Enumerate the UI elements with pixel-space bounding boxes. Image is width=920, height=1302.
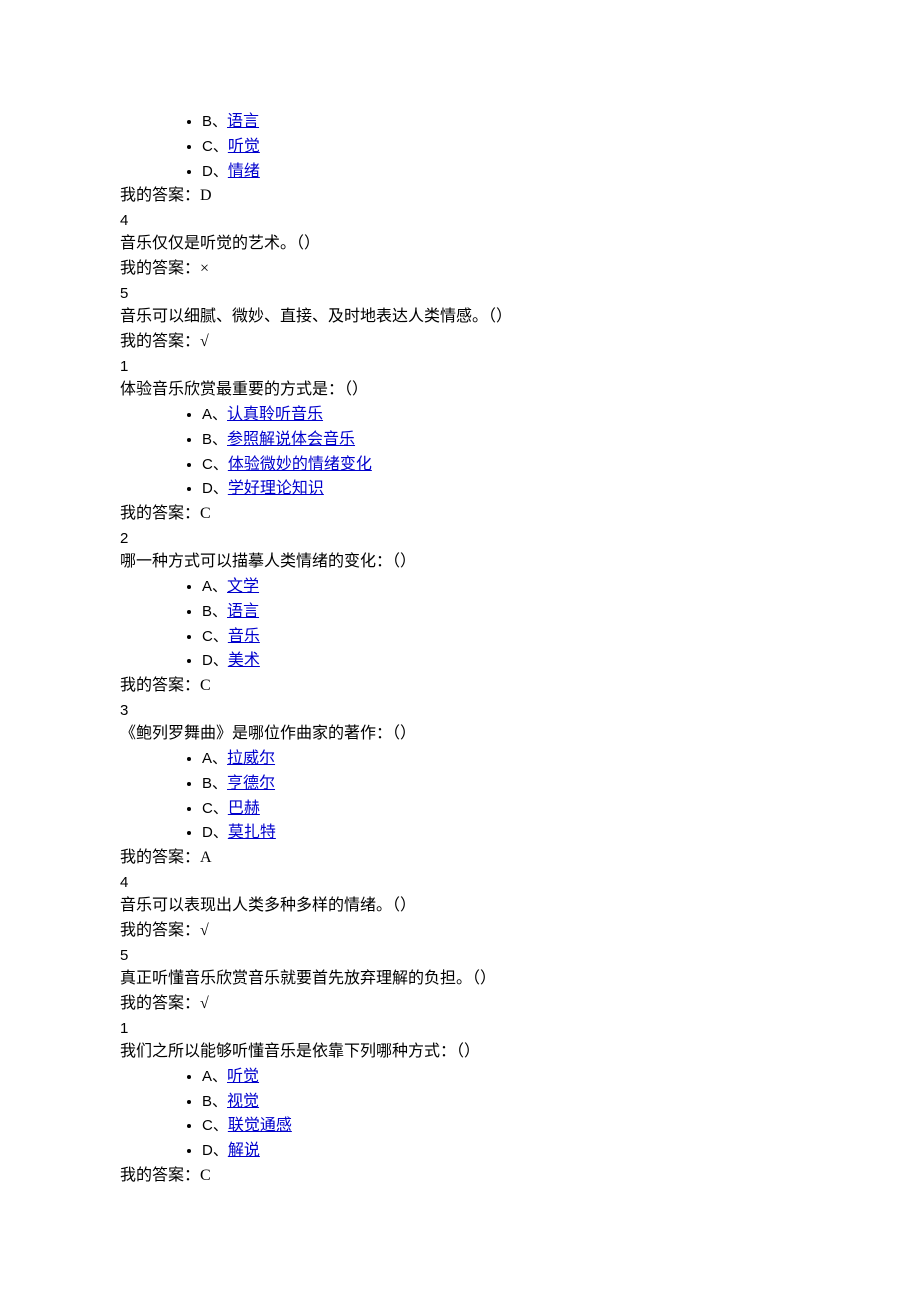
option-link[interactable]: 听觉	[227, 1068, 259, 1085]
option-label: D、	[202, 163, 228, 180]
option-label: C、	[202, 138, 228, 155]
answer-text: 我的答案：C	[120, 1164, 800, 1189]
answer-text: 我的答案：√	[120, 919, 800, 944]
option-item: B、亨德尔	[202, 772, 800, 797]
option-link[interactable]: 解说	[228, 1142, 260, 1159]
option-item: C、联觉通感	[202, 1114, 800, 1139]
question-number: 4	[120, 871, 800, 894]
option-label: D、	[202, 1142, 228, 1159]
option-item: A、文学	[202, 575, 800, 600]
question-number: 5	[120, 944, 800, 967]
answer-text: 我的答案：C	[120, 502, 800, 527]
option-link[interactable]: 美术	[228, 652, 260, 669]
option-item: B、语言	[202, 600, 800, 625]
option-link[interactable]: 巴赫	[228, 800, 260, 817]
option-link[interactable]: 语言	[227, 113, 259, 130]
option-label: A、	[202, 750, 227, 767]
answer-text: 我的答案：D	[120, 184, 800, 209]
option-item: C、体验微妙的情绪变化	[202, 453, 800, 478]
option-link[interactable]: 情绪	[228, 163, 260, 180]
option-label: D、	[202, 824, 228, 841]
option-label: B、	[202, 775, 227, 792]
option-item: D、学好理论知识	[202, 477, 800, 502]
option-link[interactable]: 联觉通感	[228, 1117, 292, 1134]
option-item: C、音乐	[202, 625, 800, 650]
option-link[interactable]: 亨德尔	[227, 775, 275, 792]
option-item: D、莫扎特	[202, 821, 800, 846]
answer-text: 我的答案：A	[120, 846, 800, 871]
question-text: 《鲍列罗舞曲》是哪位作曲家的著作：（）	[120, 722, 800, 747]
option-item: A、认真聆听音乐	[202, 403, 800, 428]
answer-text: 我的答案：C	[120, 674, 800, 699]
question-text: 音乐仅仅是听觉的艺术。（）	[120, 232, 800, 257]
option-link[interactable]: 莫扎特	[228, 824, 276, 841]
question-number: 4	[120, 209, 800, 232]
option-label: C、	[202, 800, 228, 817]
question-text: 我们之所以能够听懂音乐是依靠下列哪种方式：（）	[120, 1040, 800, 1065]
question-text: 哪一种方式可以描摹人类情绪的变化：（）	[120, 550, 800, 575]
option-label: C、	[202, 1117, 228, 1134]
option-label: C、	[202, 628, 228, 645]
answer-text: 我的答案：×	[120, 257, 800, 282]
option-label: B、	[202, 603, 227, 620]
option-link[interactable]: 文学	[227, 578, 259, 595]
option-item: C、听觉	[202, 135, 800, 160]
answer-text: 我的答案：√	[120, 330, 800, 355]
option-item: B、参照解说体会音乐	[202, 428, 800, 453]
option-list: A、文学 B、语言 C、音乐 D、美术	[120, 575, 800, 674]
document-content: B、语言 C、听觉 D、情绪 我的答案：D 4 音乐仅仅是听觉的艺术。（） 我的…	[120, 110, 800, 1189]
question-text: 音乐可以细腻、微妙、直接、及时地表达人类情感。（）	[120, 305, 800, 330]
answer-text: 我的答案：√	[120, 992, 800, 1017]
question-number: 1	[120, 1017, 800, 1040]
question-text: 音乐可以表现出人类多种多样的情绪。（）	[120, 894, 800, 919]
option-link[interactable]: 认真聆听音乐	[227, 406, 323, 423]
question-number: 1	[120, 355, 800, 378]
option-link[interactable]: 体验微妙的情绪变化	[228, 456, 372, 473]
option-link[interactable]: 拉威尔	[227, 750, 275, 767]
option-link[interactable]: 语言	[227, 603, 259, 620]
option-link[interactable]: 参照解说体会音乐	[227, 431, 355, 448]
option-item: D、解说	[202, 1139, 800, 1164]
option-item: A、拉威尔	[202, 747, 800, 772]
option-label: B、	[202, 1093, 227, 1110]
option-label: B、	[202, 113, 227, 130]
option-label: A、	[202, 406, 227, 423]
question-number: 2	[120, 527, 800, 550]
question-text: 体验音乐欣赏最重要的方式是：（）	[120, 378, 800, 403]
option-list: B、语言 C、听觉 D、情绪	[120, 110, 800, 184]
question-number: 3	[120, 699, 800, 722]
option-label: D、	[202, 480, 228, 497]
option-list: A、听觉 B、视觉 C、联觉通感 D、解说	[120, 1065, 800, 1164]
option-label: B、	[202, 431, 227, 448]
option-label: A、	[202, 1068, 227, 1085]
option-item: D、美术	[202, 649, 800, 674]
option-item: B、语言	[202, 110, 800, 135]
option-link[interactable]: 音乐	[228, 628, 260, 645]
option-list: A、认真聆听音乐 B、参照解说体会音乐 C、体验微妙的情绪变化 D、学好理论知识	[120, 403, 800, 502]
question-number: 5	[120, 282, 800, 305]
option-label: D、	[202, 652, 228, 669]
option-item: A、听觉	[202, 1065, 800, 1090]
question-text: 真正听懂音乐欣赏音乐就要首先放弃理解的负担。（）	[120, 967, 800, 992]
option-list: A、拉威尔 B、亨德尔 C、巴赫 D、莫扎特	[120, 747, 800, 846]
option-link[interactable]: 听觉	[228, 138, 260, 155]
option-label: A、	[202, 578, 227, 595]
option-item: B、视觉	[202, 1090, 800, 1115]
option-label: C、	[202, 456, 228, 473]
option-link[interactable]: 学好理论知识	[228, 480, 324, 497]
option-link[interactable]: 视觉	[227, 1093, 259, 1110]
option-item: C、巴赫	[202, 797, 800, 822]
option-item: D、情绪	[202, 160, 800, 185]
